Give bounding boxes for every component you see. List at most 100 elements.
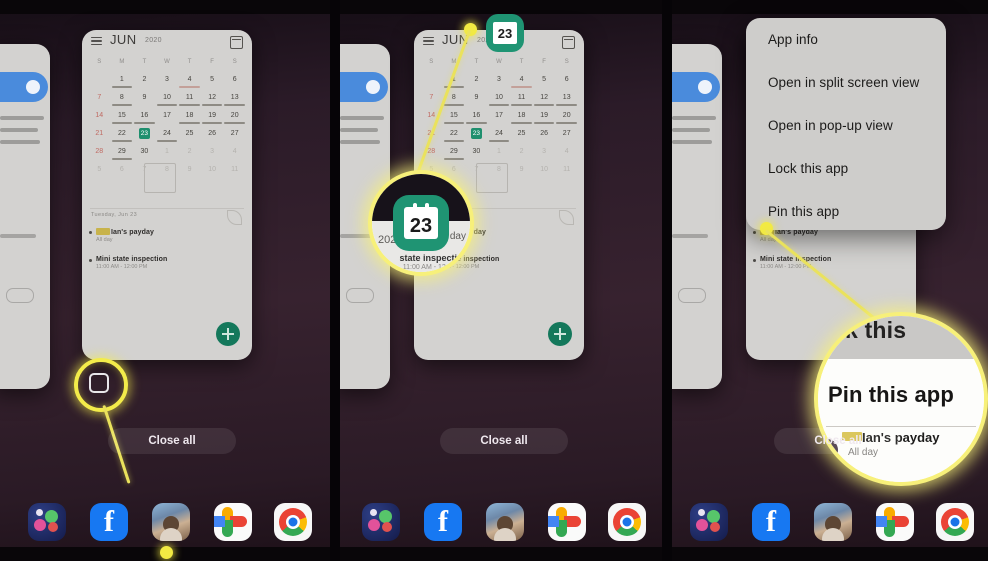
calendar-day-cell[interactable]: 1 bbox=[111, 74, 134, 92]
calendar-app-icon[interactable]: 23 bbox=[486, 14, 524, 52]
calendar-day-cell[interactable]: 2 bbox=[133, 74, 156, 92]
photo-app-icon[interactable] bbox=[152, 503, 190, 541]
calendar-day-cell[interactable]: 13 bbox=[223, 92, 246, 110]
calendar-day-cell[interactable]: 6 bbox=[555, 74, 578, 92]
hamburger-menu-icon[interactable] bbox=[91, 37, 102, 46]
calendar-day-cell[interactable]: 20 bbox=[555, 110, 578, 128]
calendar-day-cell[interactable]: 4 bbox=[223, 146, 246, 164]
photo-app-icon[interactable] bbox=[814, 503, 852, 541]
recents-card-calendar[interactable]: JUN 2020 SMTWTFS123456789101112131415161… bbox=[82, 30, 252, 360]
calendar-day-cell[interactable]: 10 bbox=[488, 92, 511, 110]
calendar-day-cell[interactable]: 1 bbox=[488, 146, 511, 164]
chrome-app-icon[interactable] bbox=[936, 503, 974, 541]
calendar-day-cell[interactable]: 25 bbox=[178, 128, 201, 146]
calendar-day-cell[interactable]: 9 bbox=[510, 164, 533, 182]
calendar-day-cell[interactable]: 6 bbox=[223, 74, 246, 92]
calendar-day-cell[interactable]: 21 bbox=[88, 128, 111, 146]
calendar-day-cell[interactable]: 3 bbox=[488, 74, 511, 92]
calendar-day-cell[interactable]: 15 bbox=[443, 110, 466, 128]
menu-item-lock-this-app[interactable]: Lock this app bbox=[746, 147, 946, 190]
recents-card-settings[interactable] bbox=[0, 44, 50, 389]
calendar-day-cell[interactable]: 18 bbox=[510, 110, 533, 128]
calendar-day-cell[interactable]: 4 bbox=[510, 74, 533, 92]
calendar-day-cell[interactable]: 24 bbox=[156, 128, 179, 146]
calendar-day-cell[interactable]: 19 bbox=[533, 110, 556, 128]
calendar-day-cell[interactable]: 17 bbox=[488, 110, 511, 128]
calendar-day-cell[interactable]: 2 bbox=[465, 74, 488, 92]
calendar-day-cell[interactable]: 11 bbox=[510, 92, 533, 110]
calendar-day-cell[interactable]: 27 bbox=[555, 128, 578, 146]
calendar-day-cell[interactable]: 11 bbox=[555, 164, 578, 182]
calendar-day-cell[interactable]: 11 bbox=[223, 164, 246, 182]
gallery-app-icon[interactable] bbox=[690, 503, 728, 541]
photo-app-icon[interactable] bbox=[486, 503, 524, 541]
chrome-app-icon[interactable] bbox=[608, 503, 646, 541]
calendar-day-cell[interactable]: 29 bbox=[111, 146, 134, 164]
menu-item-pin-this-app[interactable]: Pin this app bbox=[746, 190, 946, 233]
calendar-day-cell[interactable] bbox=[88, 74, 111, 92]
calendar-day-cell[interactable]: 3 bbox=[533, 146, 556, 164]
calendar-day-cell[interactable]: 30 bbox=[465, 146, 488, 164]
agenda-event-1[interactable]: Ian's payday All day bbox=[89, 228, 242, 243]
close-all-button[interactable]: Close all bbox=[774, 428, 902, 454]
calendar-day-cell[interactable]: 15 bbox=[111, 110, 134, 128]
calendar-day-cell[interactable]: 20 bbox=[223, 110, 246, 128]
calendar-day-cell[interactable]: 27 bbox=[223, 128, 246, 146]
calendar-day-cell[interactable]: 24 bbox=[488, 128, 511, 146]
menu-item-open-in-split-screen-view[interactable]: Open in split screen view bbox=[746, 61, 946, 104]
calendar-day-cell[interactable]: 12 bbox=[533, 92, 556, 110]
calendar-day-cell[interactable]: 22 bbox=[111, 128, 134, 146]
google-photos-app-icon[interactable] bbox=[548, 503, 586, 541]
menu-item-open-in-pop-up-view[interactable]: Open in pop-up view bbox=[746, 104, 946, 147]
settings-toggle[interactable] bbox=[340, 72, 388, 102]
calendar-day-cell[interactable]: 3 bbox=[201, 146, 224, 164]
calendar-day-cell[interactable]: 14 bbox=[88, 110, 111, 128]
facebook-app-icon[interactable]: f bbox=[424, 503, 462, 541]
calendar-day-cell[interactable]: 11 bbox=[178, 92, 201, 110]
calendar-day-cell[interactable]: 4 bbox=[555, 146, 578, 164]
calendar-day-cell[interactable]: 13 bbox=[555, 92, 578, 110]
calendar-day-cell[interactable]: 9 bbox=[133, 92, 156, 110]
app-context-menu[interactable]: App info Open in split screen view Open … bbox=[746, 18, 946, 230]
calendar-day-cell[interactable]: 16 bbox=[133, 110, 156, 128]
calendar-day-today[interactable]: 23 bbox=[465, 128, 488, 146]
calendar-day-cell[interactable]: 5 bbox=[201, 74, 224, 92]
menu-item-app-info[interactable]: App info bbox=[746, 18, 946, 61]
agenda-event-2[interactable]: Mini state inspection 11:00 AM - 12:00 P… bbox=[753, 256, 906, 270]
calendar-day-cell[interactable]: 4 bbox=[178, 74, 201, 92]
calendar-day-cell[interactable]: 17 bbox=[156, 110, 179, 128]
calendar-day-cell[interactable]: 28 bbox=[88, 146, 111, 164]
google-photos-app-icon[interactable] bbox=[214, 503, 252, 541]
calendar-day-cell[interactable]: 10 bbox=[201, 164, 224, 182]
calendar-day-cell[interactable]: 10 bbox=[533, 164, 556, 182]
calendar-day-cell[interactable]: 25 bbox=[510, 128, 533, 146]
calendar-day-cell[interactable]: 7 bbox=[88, 92, 111, 110]
calendar-day-cell[interactable]: 10 bbox=[156, 92, 179, 110]
calendar-day-cell[interactable]: 9 bbox=[178, 164, 201, 182]
close-all-button[interactable]: Close all bbox=[108, 428, 236, 454]
calendar-day-cell[interactable]: 30 bbox=[133, 146, 156, 164]
recents-card-settings[interactable] bbox=[672, 44, 722, 389]
calendar-day-today[interactable]: 23 bbox=[133, 128, 156, 146]
recents-nav-button-icon[interactable] bbox=[89, 373, 109, 393]
calendar-day-cell[interactable]: 26 bbox=[533, 128, 556, 146]
chrome-app-icon[interactable] bbox=[274, 503, 312, 541]
calendar-day-cell[interactable]: 2 bbox=[510, 146, 533, 164]
calendar-day-cell[interactable] bbox=[420, 74, 443, 92]
calendar-day-cell[interactable]: 26 bbox=[201, 128, 224, 146]
hamburger-menu-icon[interactable] bbox=[423, 37, 434, 46]
gallery-app-icon[interactable] bbox=[362, 503, 400, 541]
gallery-app-icon[interactable] bbox=[28, 503, 66, 541]
calendar-day-cell[interactable]: 7 bbox=[420, 92, 443, 110]
calendar-day-cell[interactable]: 12 bbox=[201, 92, 224, 110]
calendar-day-cell[interactable]: 22 bbox=[443, 128, 466, 146]
calendar-day-cell[interactable]: 2 bbox=[178, 146, 201, 164]
calendar-today-icon[interactable] bbox=[562, 36, 575, 49]
calendar-day-cell[interactable]: 9 bbox=[465, 92, 488, 110]
calendar-day-cell[interactable]: 8 bbox=[111, 92, 134, 110]
add-event-fab[interactable] bbox=[548, 322, 572, 346]
calendar-day-cell[interactable]: 6 bbox=[111, 164, 134, 182]
calendar-day-cell[interactable]: 19 bbox=[201, 110, 224, 128]
add-event-fab[interactable] bbox=[216, 322, 240, 346]
calendar-day-cell[interactable]: 18 bbox=[178, 110, 201, 128]
